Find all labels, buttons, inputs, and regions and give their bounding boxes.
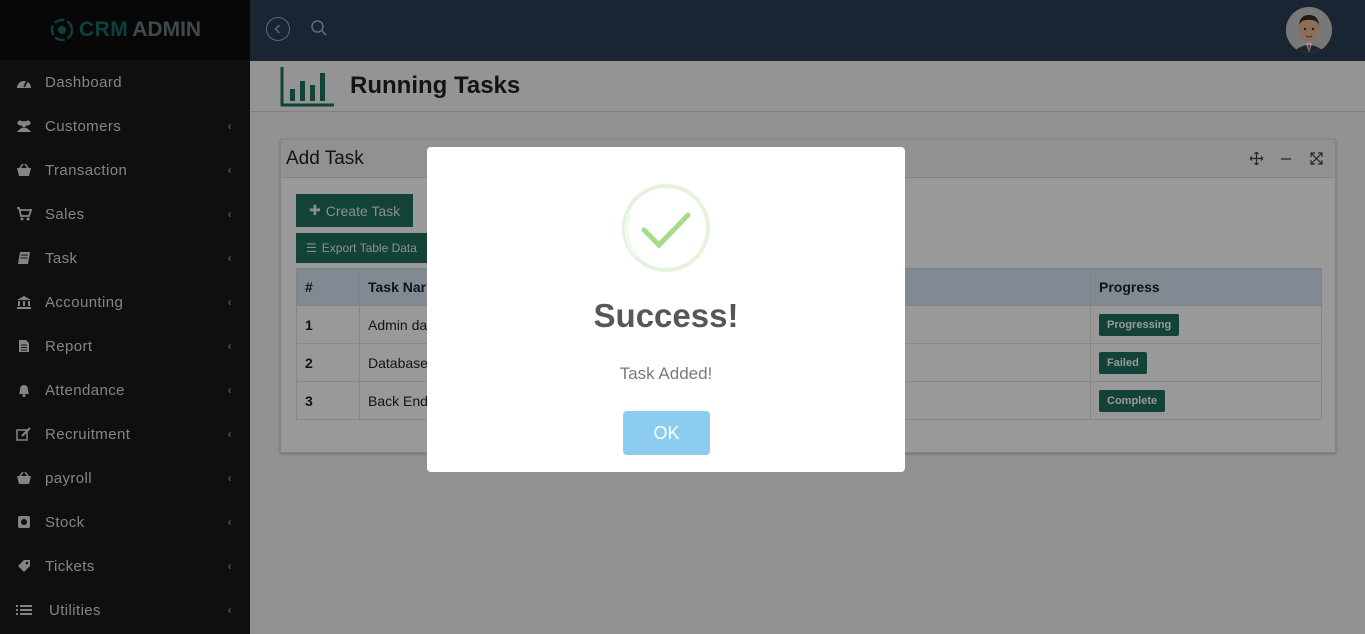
modal-message: Task Added! (619, 364, 713, 383)
ok-button[interactable]: OK (623, 411, 710, 455)
checkmark-icon (624, 212, 691, 258)
success-modal: Success! Task Added! OK (427, 147, 905, 472)
modal-title: Success! (593, 297, 739, 334)
